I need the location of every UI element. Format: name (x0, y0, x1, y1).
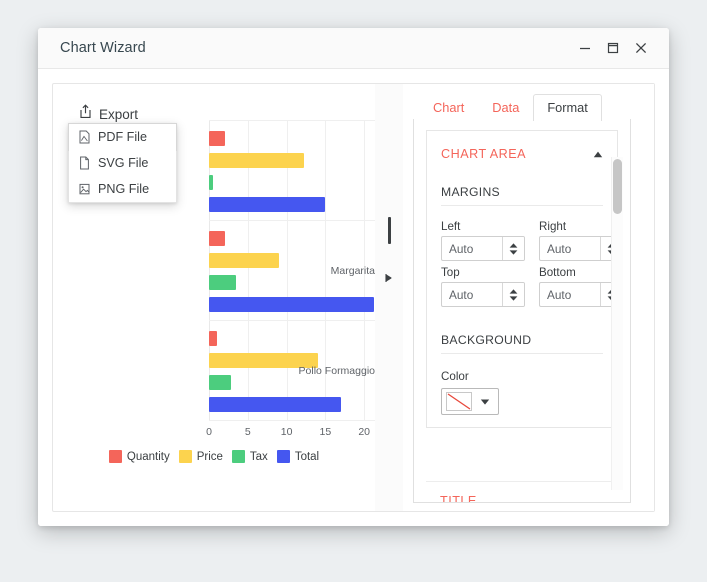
category-separator (209, 320, 403, 321)
background-color-field: Color (441, 370, 603, 415)
category-label-pollo-formaggio: Pollo Formaggio (298, 365, 375, 377)
stepper-down-icon (509, 249, 518, 255)
legend-label: Total (294, 450, 320, 463)
margin-left-stepper[interactable]: Auto (441, 236, 525, 261)
legend-item-quantity[interactable]: Quantity (108, 450, 170, 463)
margins-grid: Left Auto Right Auto Top Auto Bottom Aut… (441, 220, 623, 307)
stepper-up-icon (509, 288, 518, 294)
export-menu: PDF File SVG File PNG File (68, 123, 177, 203)
legend-label: Tax (249, 450, 268, 463)
x-tick-15: 15 (319, 426, 332, 438)
menu-item-label: PDF File (98, 130, 147, 144)
maximize-button[interactable] (599, 34, 627, 62)
stepper-arrows[interactable] (502, 283, 524, 306)
x-tick-10: 10 (280, 426, 293, 438)
legend-swatch-tax (231, 450, 245, 463)
menu-item-svg-file[interactable]: SVG File (69, 150, 176, 176)
legend-label: Quantity (126, 450, 170, 463)
background-title: BACKGROUND (441, 333, 603, 354)
collapse-right-arrow-icon[interactable] (384, 270, 394, 288)
splitter-handle[interactable] (388, 217, 391, 244)
field-value[interactable]: Auto (540, 283, 600, 306)
bar-total-0 (209, 197, 326, 212)
title-bar: Chart Wizard (38, 28, 669, 69)
format-content: CHART AREA MARGINS Left Auto Right Auto … (413, 119, 631, 503)
bar-quantity-2 (209, 331, 217, 346)
field-value[interactable]: Auto (540, 237, 600, 260)
bar-tax-2 (209, 375, 231, 390)
chart-legend: Quantity Price Tax Total (53, 450, 375, 463)
stepper-arrows[interactable] (502, 237, 524, 260)
legend-swatch-total (276, 450, 290, 463)
bar-total-1 (209, 297, 375, 312)
svg-file-icon (78, 156, 91, 170)
window-body: Export PDF File SVG File PNG File Margar… (38, 69, 669, 526)
field-value[interactable]: Auto (442, 237, 502, 260)
chart-area-header[interactable]: CHART AREA (427, 131, 617, 163)
x-tick-5: 5 (244, 426, 251, 438)
tab-format[interactable]: Format (533, 94, 602, 121)
legend-item-total[interactable]: Total (276, 450, 320, 463)
field-label: Color (441, 370, 469, 383)
legend-item-price[interactable]: Price (178, 450, 223, 463)
tab-chart[interactable]: Chart (419, 94, 478, 121)
caret-up-icon[interactable] (593, 145, 603, 163)
scrollbar-thumb[interactable] (613, 159, 622, 214)
tab-bar: Chart Data Format (403, 92, 602, 121)
legend-item-tax[interactable]: Tax (231, 450, 268, 463)
stepper-down-icon (509, 295, 518, 301)
format-panel: Chart Data Format CHART AREA MARGINS Lef… (403, 84, 654, 511)
category-label-margarita: Margarita (330, 265, 375, 277)
field-value[interactable]: Auto (442, 283, 502, 306)
field-label: Top (441, 266, 460, 279)
legend-swatch-price (178, 450, 192, 463)
legend-swatch-quantity (108, 450, 122, 463)
x-tick-0: 0 (206, 426, 212, 438)
tab-data[interactable]: Data (478, 94, 533, 121)
chart-panel: Export PDF File SVG File PNG File Margar… (53, 84, 408, 511)
bar-quantity-0 (209, 131, 225, 146)
margin-top-field: Top Auto (441, 266, 525, 307)
no-color-swatch-icon (446, 392, 472, 411)
section-title: TITLE (440, 494, 477, 502)
margin-left-field: Left Auto (441, 220, 525, 261)
chart-area-section: CHART AREA MARGINS Left Auto Right Auto … (426, 130, 623, 428)
bar-quantity-1 (209, 231, 225, 246)
minimize-button[interactable] (571, 34, 599, 62)
margin-top-stepper[interactable]: Auto (441, 282, 525, 307)
panel-splitter[interactable] (375, 84, 403, 511)
stepper-up-icon (509, 242, 518, 248)
panels-container: Export PDF File SVG File PNG File Margar… (52, 83, 655, 512)
background-color-picker[interactable] (441, 388, 499, 415)
pdf-file-icon (78, 130, 91, 144)
caret-down-icon[interactable] (472, 399, 498, 405)
bar-tax-0 (209, 175, 213, 190)
window-controls (571, 34, 669, 62)
category-separator (209, 420, 403, 421)
margins-title: MARGINS (441, 185, 603, 206)
category-separator (209, 220, 403, 221)
window-title: Chart Wizard (60, 40, 146, 56)
png-file-icon (78, 182, 91, 196)
menu-item-pdf-file[interactable]: PDF File (68, 123, 177, 151)
x-tick-20: 20 (358, 426, 371, 438)
bar-total-2 (209, 397, 341, 412)
chart-wizard-window: Chart Wizard Export PDF File SVG File PN… (38, 28, 669, 526)
menu-item-label: SVG File (98, 156, 149, 170)
bar-tax-1 (209, 275, 237, 290)
menu-item-label: PNG File (98, 182, 150, 196)
category-separator (209, 120, 403, 121)
close-button[interactable] (627, 34, 655, 62)
vertical-scrollbar[interactable] (611, 157, 623, 490)
title-section-partial[interactable]: TITLE (426, 481, 618, 502)
field-label: Left (441, 220, 461, 233)
section-title: CHART AREA (441, 147, 527, 161)
legend-label: Price (196, 450, 223, 463)
menu-item-png-file[interactable]: PNG File (69, 176, 176, 202)
bar-price-0 (209, 153, 305, 168)
